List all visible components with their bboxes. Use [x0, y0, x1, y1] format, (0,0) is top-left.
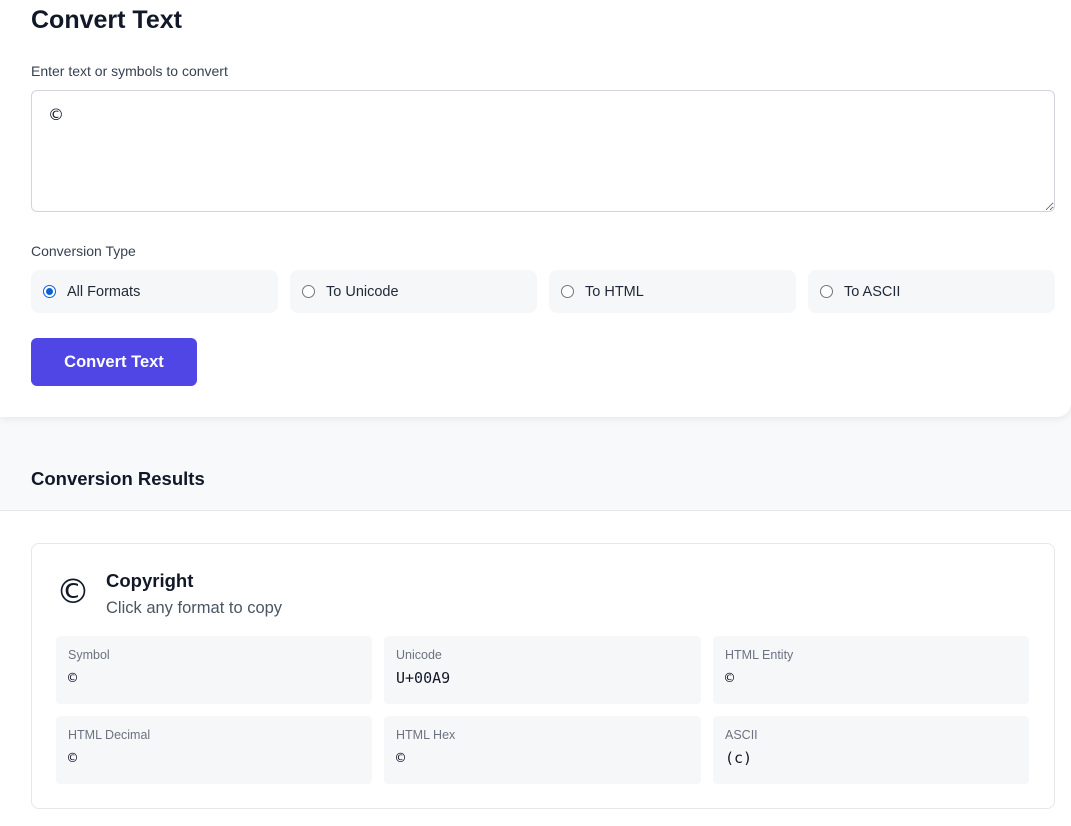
format-value: ©	[68, 669, 78, 687]
option-label: To ASCII	[844, 283, 901, 300]
format-html-hex[interactable]: HTML Hex ©	[384, 716, 701, 784]
option-to-unicode[interactable]: To Unicode	[290, 270, 537, 313]
converter-card: Convert Text Enter text or symbols to co…	[0, 0, 1071, 417]
option-to-html[interactable]: To HTML	[549, 270, 796, 313]
conversion-type-options: All Formats To Unicode To HTML To ASCII	[31, 270, 1055, 313]
text-input[interactable]: ©	[31, 90, 1055, 212]
radio-to-ascii[interactable]	[820, 285, 833, 298]
result-hint: Click any format to copy	[106, 599, 283, 617]
format-label: HTML Entity	[725, 648, 794, 662]
radio-to-unicode[interactable]	[302, 285, 315, 298]
option-all-formats[interactable]: All Formats	[31, 270, 278, 313]
format-label: HTML Hex	[396, 728, 456, 742]
format-value: U+00A9	[396, 669, 451, 687]
option-label: To HTML	[585, 283, 644, 300]
format-value: ©	[396, 749, 406, 767]
result-card: © Copyright Click any format to copy Sym…	[31, 543, 1055, 809]
result-name: Copyright	[106, 570, 194, 591]
format-html-decimal[interactable]: HTML Decimal ©	[56, 716, 372, 784]
format-value: ©	[725, 669, 735, 687]
format-label: ASCII	[725, 728, 758, 742]
results-heading: Conversion Results	[31, 468, 205, 489]
option-label: All Formats	[67, 283, 141, 300]
format-value: ©	[68, 749, 78, 767]
result-symbol: ©	[56, 572, 90, 612]
format-html-entity[interactable]: HTML Entity ©	[713, 636, 1029, 704]
format-value: (c)	[725, 749, 753, 767]
format-label: Symbol	[68, 648, 110, 662]
format-label: Unicode	[396, 648, 442, 662]
format-grid: Symbol © Unicode U+00A9 HTML Entity © HT…	[56, 636, 1030, 784]
option-label: To Unicode	[326, 283, 399, 300]
format-ascii[interactable]: ASCII (c)	[713, 716, 1029, 784]
input-label: Enter text or symbols to convert	[31, 63, 228, 79]
format-unicode[interactable]: Unicode U+00A9	[384, 636, 701, 704]
convert-button[interactable]: Convert Text	[31, 338, 197, 386]
format-label: HTML Decimal	[68, 728, 151, 742]
format-symbol[interactable]: Symbol ©	[56, 636, 372, 704]
radio-all-formats[interactable]	[43, 285, 56, 298]
option-to-ascii[interactable]: To ASCII	[808, 270, 1055, 313]
conversion-type-label: Conversion Type	[31, 243, 136, 259]
radio-to-html[interactable]	[561, 285, 574, 298]
page-title: Convert Text	[31, 6, 182, 34]
